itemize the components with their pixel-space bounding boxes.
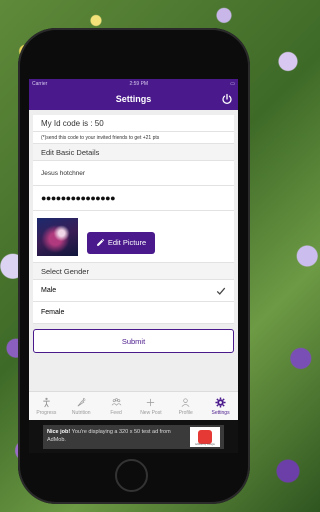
tab-label: New Post <box>140 409 162 416</box>
basic-details-label: Edit Basic Details <box>41 147 100 157</box>
gear-icon <box>215 396 226 408</box>
nav-bar: Settings <box>29 88 238 110</box>
admob-logo: AdMob by Google <box>190 426 220 447</box>
people-icon <box>111 397 121 406</box>
plus-icon <box>147 398 155 406</box>
name-value: Jesus hotchner <box>41 169 86 177</box>
settings-content: My Id code is : 50 (*)send this code to … <box>29 110 238 427</box>
name-field[interactable]: Jesus hotchner <box>33 161 234 186</box>
gender-header-label: Select Gender <box>41 266 89 276</box>
gender-header: Select Gender <box>33 263 234 280</box>
tab-settings[interactable]: Settings <box>203 392 238 420</box>
edit-picture-label: Edit Picture <box>107 238 147 247</box>
battery-icon: ▭ <box>230 80 235 87</box>
edit-picture-button[interactable]: Edit Picture <box>87 231 155 254</box>
gender-option-male[interactable]: Male <box>33 280 234 302</box>
basic-details-header: Edit Basic Details <box>33 144 234 161</box>
power-icon[interactable] <box>221 93 233 105</box>
tab-label: Profile <box>178 409 193 416</box>
gender-option-label: Female <box>41 309 65 316</box>
carrot-icon <box>77 397 86 406</box>
gender-option-female[interactable]: Female <box>33 302 234 324</box>
home-button[interactable] <box>115 459 148 492</box>
submit-area: Submit <box>29 324 238 358</box>
gender-option-label: Male <box>41 287 57 294</box>
tab-label: Progress <box>36 409 57 416</box>
picture-row: Edit Picture <box>33 211 234 263</box>
profile-picture <box>37 217 78 256</box>
ad-banner[interactable]: Nice job! You're displaying a 320 x 50 t… <box>29 420 238 453</box>
id-code-title: My Id code is : 50 <box>41 118 104 128</box>
id-code-hint: (*)send this code to your invited friend… <box>41 134 160 141</box>
page-title: Settings <box>115 94 152 104</box>
tab-label: Settings <box>211 409 230 416</box>
password-field[interactable]: ●●●●●●●●●●●●●●● <box>33 186 234 211</box>
person-icon <box>43 397 50 407</box>
app-screen: Carrier 2:59 PM ▭ Settings My Id code is… <box>29 79 238 453</box>
admob-brand: AdMob by Google <box>194 442 215 446</box>
id-code-row: My Id code is : 50 <box>33 115 234 132</box>
tab-feed[interactable]: Feed <box>99 392 134 420</box>
status-bar: Carrier 2:59 PM ▭ <box>29 79 238 88</box>
tab-bar: Progress Nutrition Feed New Post Profile… <box>29 391 238 420</box>
tab-label: Feed <box>110 409 122 416</box>
ad-headline: Nice job! <box>47 429 71 436</box>
profile-icon <box>181 398 190 407</box>
carrier-label: Carrier <box>32 80 48 87</box>
password-value: ●●●●●●●●●●●●●●● <box>41 193 116 203</box>
tab-profile[interactable]: Profile <box>168 392 203 420</box>
ad-content[interactable]: Nice job! You're displaying a 320 x 50 t… <box>43 424 224 449</box>
tab-progress[interactable]: Progress <box>29 392 64 420</box>
status-time: 2:59 PM <box>129 80 149 87</box>
pencil-icon <box>96 238 105 246</box>
tab-nutrition[interactable]: Nutrition <box>64 392 99 420</box>
id-code-hint-row: (*)send this code to your invited friend… <box>33 132 234 144</box>
tab-label: Nutrition <box>71 409 91 416</box>
settings-card: My Id code is : 50 (*)send this code to … <box>33 115 234 324</box>
checkmark-icon <box>216 287 226 295</box>
ad-text: Nice job! You're displaying a 320 x 50 t… <box>47 429 186 443</box>
admob-icon <box>198 429 212 444</box>
submit-button[interactable]: Submit <box>33 329 234 353</box>
tab-new-post[interactable]: New Post <box>133 392 168 420</box>
